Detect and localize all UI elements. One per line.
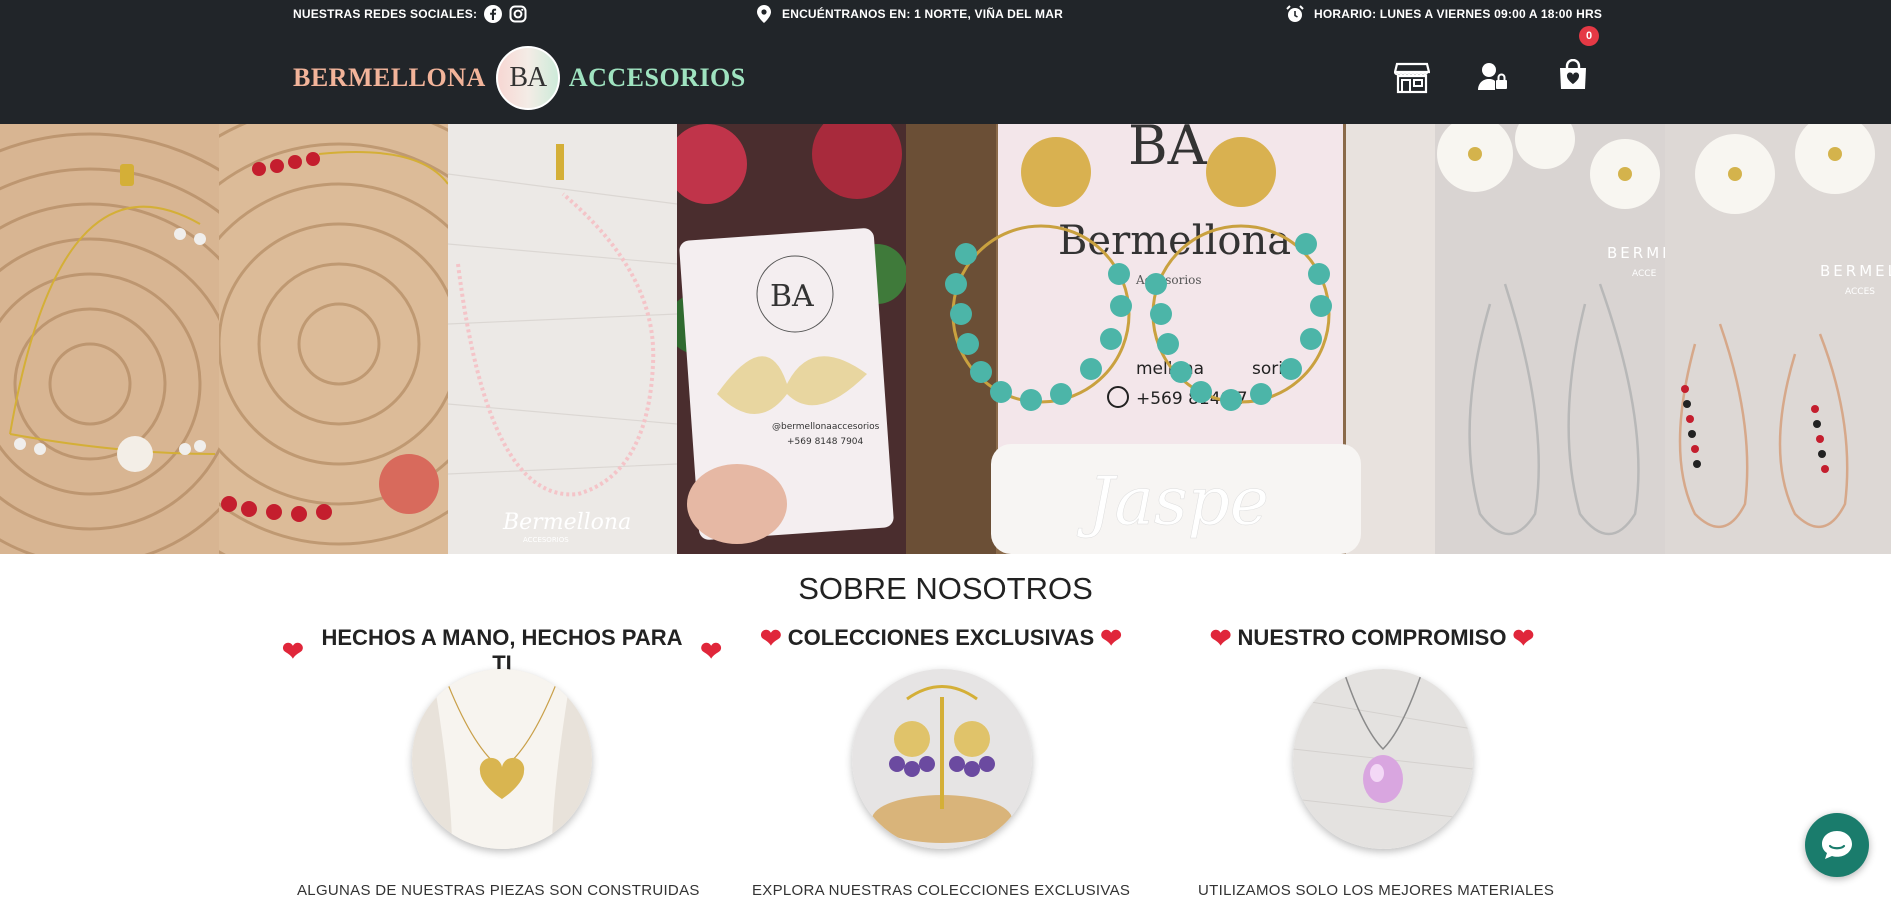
hero-gallery: Bermellona ACCESORIOS BA @bermellonaacce…	[0, 124, 1891, 554]
about-heading-commitment: ❤ NUESTRO COMPROMISO ❤	[1152, 625, 1592, 651]
heart-icon: ❤	[1209, 623, 1232, 653]
stand-handle: mellona	[1136, 359, 1204, 379]
about-text-commitment: UTILIZAMOS SOLO LOS MEJORES MATERIALES	[1198, 882, 1555, 899]
watermark-1: BERME	[1607, 244, 1665, 262]
gallery-image-rosegold-earrings[interactable]: BERMEL ACCES	[1665, 124, 1891, 554]
heart-icon: ❤	[282, 636, 304, 666]
stand-accesorios: Accesorios	[1135, 273, 1202, 287]
gallery-image-bracelet-pink[interactable]: Bermellona ACCESORIOS	[448, 124, 677, 554]
heart-icon: ❤	[759, 623, 782, 653]
about-image-heart-necklace	[412, 669, 592, 849]
watermark-2: BERMEL	[1820, 262, 1891, 280]
watermark-1b: ACCE	[1632, 269, 1657, 279]
social-links-group: NUESTRAS REDES SOCIALES:	[293, 0, 527, 28]
brand-logo[interactable]: BERMELLONA BA ACCESORIOS	[293, 46, 746, 110]
about-text-collections: EXPLORA NUESTRAS COLECCIONES EXCLUSIVAS	[752, 882, 1131, 899]
svg-text:BA: BA	[1128, 124, 1208, 177]
location-group: ENCUÉNTRANOS EN: 1 NORTE, VIÑA DEL MAR	[757, 0, 1063, 28]
cart-count-badge: 0	[1579, 26, 1599, 46]
gallery-image-silver-earrings[interactable]: BERME ACCE	[1435, 124, 1665, 554]
shopping-bag-heart-icon[interactable]	[1559, 58, 1587, 95]
gallery-image-bracelet-red[interactable]	[219, 124, 448, 554]
main-header: BERMELLONA BA ACCESORIOS 0	[0, 26, 1891, 124]
heart-icon: ❤	[1100, 623, 1122, 653]
location-pin-icon	[757, 5, 771, 23]
gallery-image-hummingbird-earrings[interactable]: BA @bermellonaaccesorios +569 8148 7904	[677, 124, 906, 554]
card-phone: +569 8148 7904	[787, 437, 864, 447]
heart-icon: ❤	[700, 636, 722, 666]
facebook-icon[interactable]	[484, 5, 503, 23]
card-handle: @bermellonaaccesorios	[772, 422, 880, 432]
about-title: SOBRE NOSOTROS	[798, 571, 1093, 606]
social-label: NUESTRAS REDES SOCIALES:	[293, 7, 478, 21]
about-column-collections: ❤ COLECCIONES EXCLUSIVAS ❤	[721, 625, 1161, 651]
about-column-commitment: ❤ NUESTRO COMPROMISO ❤	[1152, 625, 1592, 651]
top-info-bar: NUESTRAS REDES SOCIALES: ENCUÉNTRANOS EN…	[0, 0, 1891, 28]
user-lock-icon[interactable]	[1478, 62, 1508, 97]
about-image-earrings-stand	[852, 669, 1032, 849]
gallery-image-bracelet-white[interactable]	[0, 124, 219, 554]
gallery-image-jaspe-earrings[interactable]: BA Bermellona Accesorios mellona sorios …	[906, 124, 1435, 554]
logo-text-right: ACCESORIOS	[568, 63, 746, 92]
about-heading-collections: ❤ COLECCIONES EXCLUSIVAS ❤	[721, 625, 1161, 651]
logo-mark: BA	[509, 62, 547, 93]
heart-icon: ❤	[1512, 623, 1535, 653]
gallery-watermark-sub: ACCESORIOS	[523, 536, 569, 544]
gallery-watermark: Bermellona	[502, 510, 631, 535]
logo-text-left: BERMELLONA	[293, 63, 486, 92]
store-icon[interactable]	[1393, 62, 1431, 99]
alarm-clock-icon	[1286, 5, 1304, 23]
jaspe-label: Jaspe	[1076, 463, 1269, 540]
hours-group: HORARIO: LUNES A VIERNES 09:00 A 18:00 H…	[1286, 0, 1602, 28]
logo-badge: BA	[495, 46, 560, 110]
hours-label: HORARIO: LUNES A VIERNES 09:00 A 18:00 H…	[1314, 7, 1603, 21]
about-image-crystal-pendant	[1293, 669, 1473, 849]
chat-bubble-icon	[1822, 831, 1852, 859]
about-heading-text: NUESTRO COMPROMISO	[1237, 625, 1507, 650]
watermark-2b: ACCES	[1845, 287, 1875, 297]
location-label: ENCUÉNTRANOS EN: 1 NORTE, VIÑA DEL MAR	[782, 7, 1063, 21]
about-text-handmade: ALGUNAS DE NUESTRAS PIEZAS SON CONSTRUID…	[297, 882, 700, 899]
chat-button[interactable]	[1805, 813, 1869, 877]
about-heading-text: COLECCIONES EXCLUSIVAS	[787, 625, 1095, 650]
svg-text:BA: BA	[770, 279, 814, 314]
instagram-icon[interactable]	[509, 5, 527, 23]
